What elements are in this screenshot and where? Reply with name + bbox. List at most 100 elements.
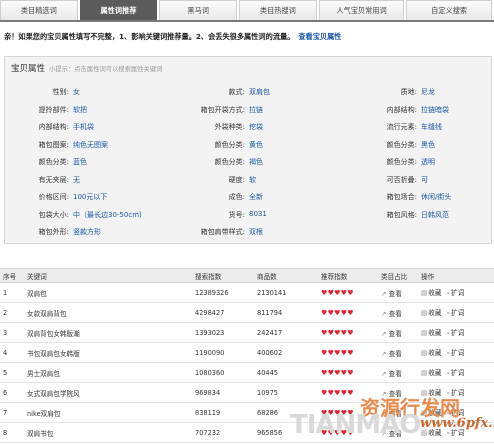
row-keyword: 女式双肩包学院风 — [24, 382, 192, 403]
view-link[interactable]: 查看 — [389, 290, 402, 298]
expand-button[interactable]: ⌕扩词 — [446, 309, 464, 317]
tab-popular-items[interactable]: 人气宝贝常用词 — [318, 0, 405, 20]
property-value-link[interactable]: 手机袋 — [73, 122, 94, 132]
collect-button[interactable]: ▤收藏 — [421, 329, 441, 337]
notice-text: 亲！如果您的宝贝属性填写不完整，1、影响关键词推荐量。2、会丢失很多属性词的流量… — [4, 32, 295, 41]
watermark-mid: TIANMAO — [290, 410, 421, 440]
collect-button[interactable]: ▤收藏 — [421, 349, 441, 357]
view-link[interactable]: 查看 — [389, 310, 402, 318]
view-link[interactable]: 查看 — [389, 330, 402, 338]
expand-label: 扩词 — [451, 309, 465, 317]
col-search-index[interactable]: 搜索指数 — [192, 268, 254, 283]
row-recommend-hearts: ♥♥♥♥♥ — [318, 282, 378, 303]
property-value-link[interactable]: 黑色 — [421, 140, 435, 150]
row-actions: ▤收藏 ⌕扩词 — [418, 342, 494, 363]
property-value-link[interactable]: 软 — [249, 175, 256, 185]
property-label: 质地: — [400, 88, 417, 96]
property-value-link[interactable]: 双肩包 — [249, 87, 270, 97]
property-value-link[interactable]: 中（最长边30-50cm) — [73, 210, 142, 220]
property-value-link[interactable]: 透明 — [421, 157, 435, 167]
col-goods-count[interactable]: 商品数 — [254, 268, 318, 283]
tab-category-keywords[interactable]: 类目精选词 — [0, 0, 78, 20]
property-value-link[interactable]: 可 — [421, 175, 428, 185]
tab-custom-search[interactable]: 自定义搜索 — [406, 0, 492, 20]
chart-icon: ↗ — [381, 289, 387, 298]
collect-label: 收藏 — [428, 329, 442, 337]
heart-rating-icon: ♥♥♥♥♥ — [321, 368, 354, 377]
expand-button[interactable]: ⌕扩词 — [446, 289, 464, 297]
chart-icon: ↗ — [381, 309, 387, 318]
property-value-link[interactable]: 蓝色 — [73, 157, 87, 167]
expand-button[interactable]: ⌕扩词 — [446, 369, 464, 377]
property-value-link[interactable]: 全新 — [249, 192, 263, 202]
property-row: 包袋大小: 中（最长边30-50cm) 货号: 8031 箱包风格: 日韩风范 — [5, 210, 493, 224]
property-label: 颜色分类: — [214, 140, 245, 149]
property-row: 箱包图案: 纯色无图案 颜色分类: 黄色 颜色分类: 黑色 — [5, 140, 493, 154]
row-recommend-hearts: ♥♥♥♥♥ — [318, 342, 378, 363]
property-value-link[interactable]: 褐色 — [249, 157, 263, 167]
property-value-link[interactable]: 车缝线 — [421, 122, 442, 132]
property-label: 外袋种类: — [214, 123, 245, 131]
row-goods-count: 10975 — [254, 382, 318, 403]
property-value-link[interactable]: 拉链 — [249, 105, 263, 115]
property-label: 可否折叠: — [386, 175, 417, 184]
expand-button[interactable]: ⌕扩词 — [446, 349, 464, 357]
col-recommend-index[interactable]: 推荐指数 — [318, 268, 378, 283]
property-row: 性别: 女 款式: 双肩包 质地: 尼龙 — [5, 87, 493, 101]
row-no: 4 — [0, 342, 24, 363]
tab-dark-horse[interactable]: 黑马词 — [159, 0, 238, 20]
row-keyword: 男士双肩包 — [24, 362, 192, 383]
property-value-link[interactable]: 女 — [73, 87, 80, 97]
row-keyword: nike双肩包 — [24, 402, 192, 423]
tab-attribute-keywords[interactable]: 属性词推荐 — [79, 0, 158, 20]
property-value-link[interactable]: 无 — [73, 175, 80, 185]
property-value-link[interactable]: 拉链暗袋 — [421, 105, 449, 115]
row-category-share[interactable]: ↗ 查看 — [378, 302, 418, 323]
property-value-link[interactable]: 8031 — [249, 210, 267, 218]
row-goods-count: 242417 — [254, 322, 318, 343]
view-attributes-link[interactable]: 查看宝贝属性 — [298, 32, 341, 41]
view-link[interactable]: 查看 — [389, 370, 402, 378]
row-category-share[interactable]: ↗ 查看 — [378, 282, 418, 303]
property-value-link[interactable]: 挖袋 — [249, 122, 263, 132]
property-label: 颜色分类: — [386, 140, 417, 149]
row-goods-count: 400602 — [254, 342, 318, 363]
property-value-link[interactable]: 100元以下 — [73, 192, 107, 202]
folder-icon: ▤ — [421, 309, 428, 317]
property-value-link[interactable]: 纯色无图案 — [73, 140, 108, 150]
tab-category-hot[interactable]: 类目热搜词 — [239, 0, 317, 20]
row-category-share[interactable]: ↗ 查看 — [378, 342, 418, 363]
row-recommend-hearts: ♥♥♥♥♥ — [318, 322, 378, 343]
row-search-index: 12389326 — [192, 282, 254, 303]
property-value-link[interactable]: 黄色 — [249, 140, 263, 150]
property-value-link[interactable]: 竖款方形 — [73, 227, 101, 237]
collect-button[interactable]: ▤收藏 — [421, 309, 441, 317]
row-no: 7 — [0, 402, 24, 423]
heart-rating-icon: ♥♥♥♥♥ — [321, 288, 354, 297]
property-label: 成色: — [228, 193, 245, 201]
collect-button[interactable]: ▤收藏 — [421, 289, 441, 297]
property-label: 流行元素: — [386, 123, 417, 131]
row-no: 1 — [0, 282, 24, 303]
property-label: 包袋大小: — [38, 210, 69, 219]
property-value-link[interactable]: 双根 — [249, 227, 263, 237]
row-category-share[interactable]: ↗ 查看 — [378, 322, 418, 343]
table-row: 4 书包双肩包女韩版 1190090 400602 ♥♥♥♥♥ ↗ 查看 ▤收藏 ⌕扩词 — [0, 342, 494, 363]
table-row: 1 双肩包 12389326 2130141 ♥♥♥♥♥ ↗ 查看 ▤收藏 ⌕扩词 — [0, 282, 494, 303]
row-category-share[interactable]: ↗ 查看 — [378, 362, 418, 383]
watermark-bottom: www.6pfx.net — [420, 416, 494, 431]
expand-button[interactable]: ⌕扩词 — [446, 329, 464, 337]
row-recommend-hearts: ♥♥♥♥♥ — [318, 362, 378, 383]
property-value-link[interactable]: 休闲/街头 — [421, 192, 451, 202]
folder-icon: ▤ — [421, 349, 428, 357]
col-no: 序号 — [0, 268, 24, 283]
row-search-index: 707232 — [192, 422, 254, 443]
property-row: 价格区间: 100元以下 成色: 全新 箱包场合: 休闲/街头 — [5, 192, 493, 206]
property-value-link[interactable]: 日韩风范 — [421, 210, 449, 220]
chart-icon: ↗ — [381, 349, 387, 358]
collect-button[interactable]: ▤收藏 — [421, 369, 441, 377]
property-value-link[interactable]: 尼龙 — [421, 87, 435, 97]
property-value-link[interactable]: 软把 — [73, 105, 87, 115]
expand-label: 扩词 — [451, 349, 465, 357]
view-link[interactable]: 查看 — [389, 350, 402, 358]
